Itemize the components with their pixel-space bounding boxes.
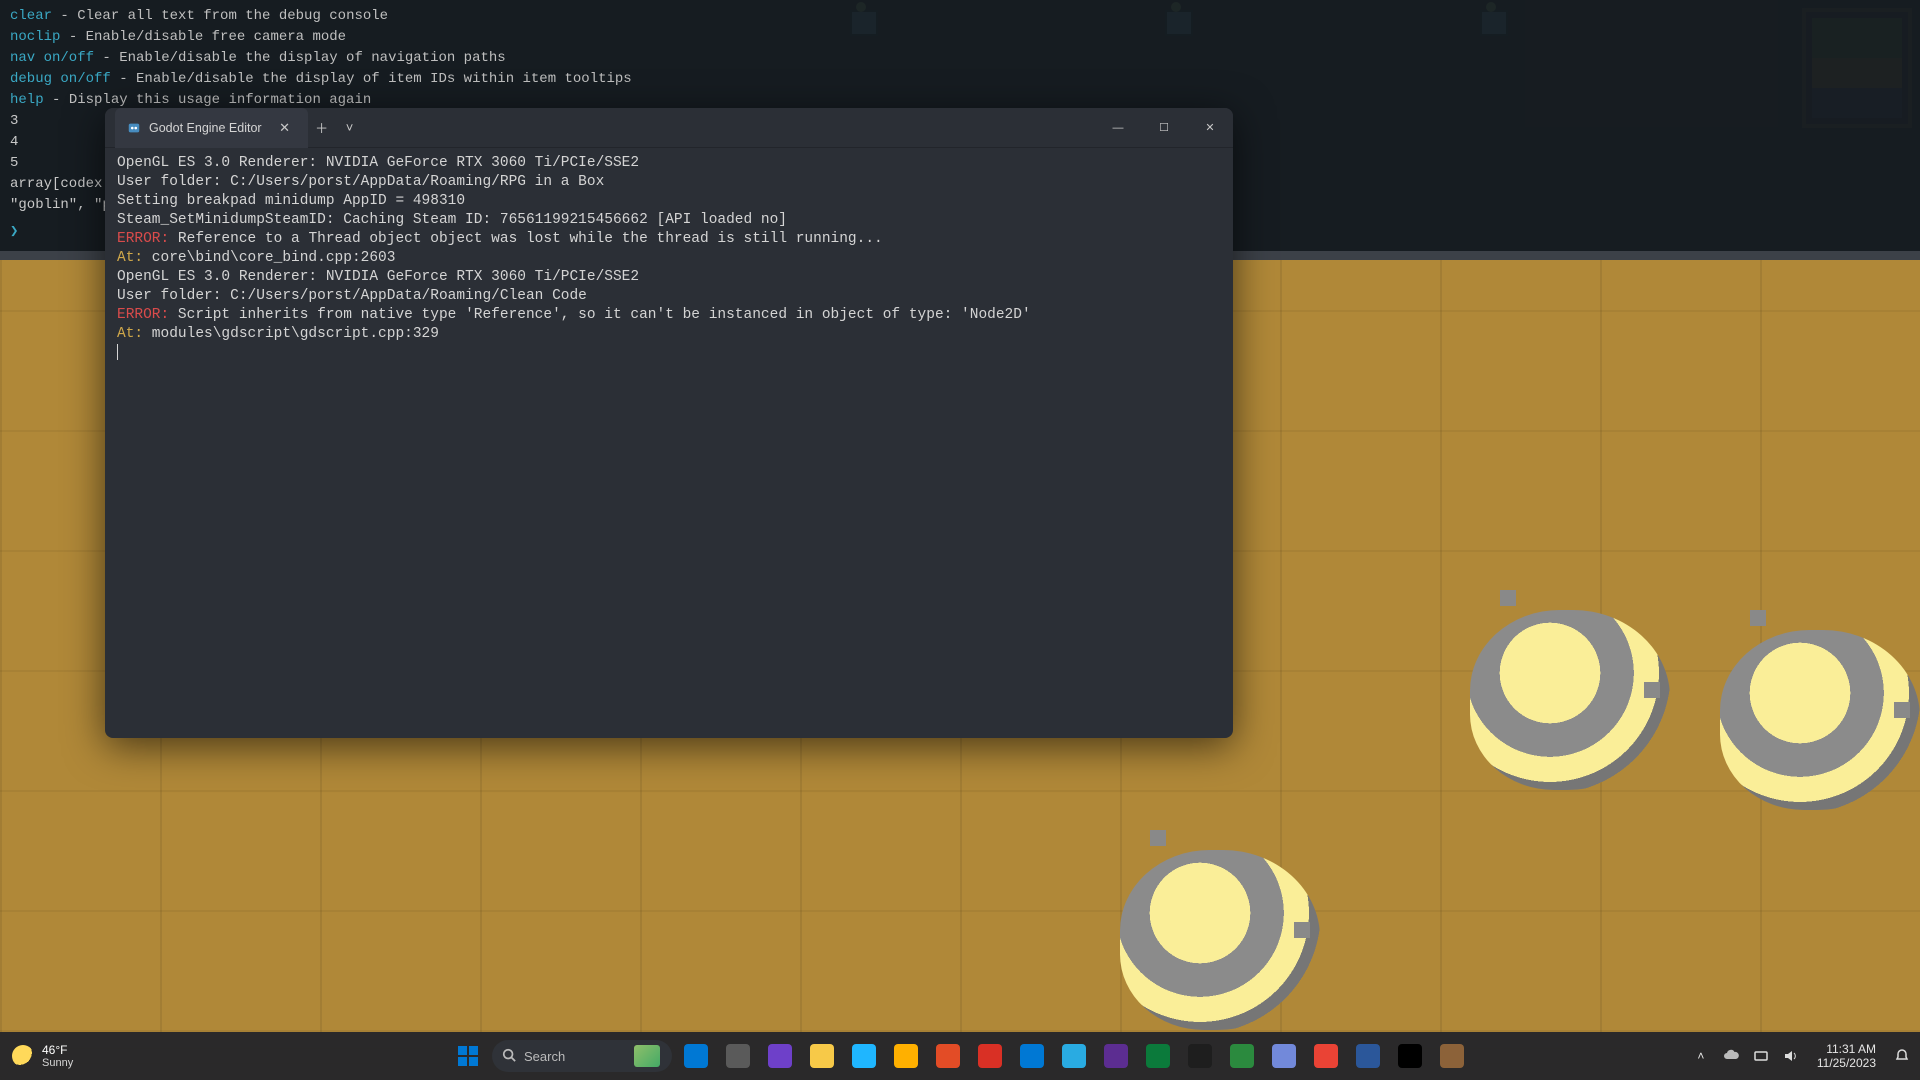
tab-dropdown-button[interactable]: ˅ [336, 114, 364, 142]
terminal-line: OpenGL ES 3.0 Renderer: NVIDIA GeForce R… [117, 154, 1221, 173]
terminal-line: At: modules\gdscript\gdscript.cpp:329 [117, 325, 1221, 344]
terminal-line: User folder: C:/Users/porst/AppData/Roam… [117, 173, 1221, 192]
terminal-line: ERROR: Script inherits from native type … [117, 306, 1221, 325]
terminal-titlebar[interactable]: Godot Engine Editor ✕ ＋ ˅ ― ☐ ✕ [105, 108, 1233, 148]
taskbar-center: Search [448, 1036, 1472, 1076]
taskbar-app-icon[interactable] [1432, 1036, 1472, 1076]
terminal-cursor [117, 344, 118, 360]
window-controls: ― ☐ ✕ [1095, 108, 1233, 148]
prompt-icon: ❯ [10, 224, 18, 240]
taskbar-app-icon[interactable] [970, 1036, 1010, 1076]
taskbar-search[interactable]: Search [492, 1040, 672, 1072]
taskbar-app-icon[interactable] [844, 1036, 884, 1076]
terminal-tab[interactable]: Godot Engine Editor ✕ [115, 108, 308, 148]
terminal-line: User folder: C:/Users/porst/AppData/Roam… [117, 287, 1221, 306]
maximize-button[interactable]: ☐ [1141, 108, 1187, 148]
search-placeholder: Search [524, 1049, 565, 1064]
taskbar-app-icon[interactable] [1180, 1036, 1220, 1076]
taskbar-app-icon[interactable] [802, 1036, 842, 1076]
tab-close-button[interactable]: ✕ [274, 114, 296, 142]
start-button[interactable] [448, 1036, 488, 1076]
taskbar-app-icon[interactable] [1012, 1036, 1052, 1076]
debug-help-line: nav on/off - Enable/disable the display … [10, 48, 1910, 69]
debug-help-line: debug on/off - Enable/disable the displa… [10, 69, 1910, 90]
minimize-button[interactable]: ― [1095, 108, 1141, 148]
taskbar-app-icon[interactable] [928, 1036, 968, 1076]
taskbar-app-icon[interactable] [718, 1036, 758, 1076]
taskbar-app-icon[interactable] [886, 1036, 926, 1076]
onedrive-icon[interactable] [1721, 1046, 1741, 1066]
terminal-line: OpenGL ES 3.0 Renderer: NVIDIA GeForce R… [117, 268, 1221, 287]
taskbar-app-icon[interactable] [1096, 1036, 1136, 1076]
taskbar-app-icon[interactable] [1222, 1036, 1262, 1076]
debug-help-line: noclip - Enable/disable free camera mode [10, 27, 1910, 48]
taskbar-app-icon[interactable] [760, 1036, 800, 1076]
close-button[interactable]: ✕ [1187, 108, 1233, 148]
taskbar-app-icon[interactable] [1054, 1036, 1094, 1076]
weather-temp: 46°F [42, 1043, 73, 1057]
network-icon[interactable] [1751, 1046, 1771, 1066]
weather-condition: Sunny [42, 1057, 73, 1069]
taskbar-app-icon[interactable] [676, 1036, 716, 1076]
weather-widget[interactable]: 46°F Sunny [0, 1043, 85, 1069]
taskbar-app-icon[interactable] [1390, 1036, 1430, 1076]
search-icon [502, 1048, 516, 1065]
godot-icon [127, 121, 141, 135]
taskbar-app-icon[interactable] [1264, 1036, 1304, 1076]
terminal-line: ERROR: Reference to a Thread object obje… [117, 230, 1221, 249]
volume-icon[interactable] [1781, 1046, 1801, 1066]
terminal-line: Setting breakpad minidump AppID = 498310 [117, 192, 1221, 211]
clock-date: 11/25/2023 [1817, 1056, 1876, 1070]
terminal-line: At: core\bind\core_bind.cpp:2603 [117, 249, 1221, 268]
taskbar-app-icon[interactable] [1348, 1036, 1388, 1076]
taskbar-clock[interactable]: 11:31 AM 11/25/2023 [1811, 1042, 1882, 1070]
clock-time: 11:31 AM [1817, 1042, 1876, 1056]
terminal-window: Godot Engine Editor ✕ ＋ ˅ ― ☐ ✕ OpenGL E… [105, 108, 1233, 738]
taskbar: 46°F Sunny Search ˄ 11:31 AM 11/25/ [0, 1032, 1920, 1080]
taskbar-app-icon[interactable] [1306, 1036, 1346, 1076]
search-decoration-icon [634, 1045, 660, 1067]
terminal-body[interactable]: OpenGL ES 3.0 Renderer: NVIDIA GeForce R… [105, 148, 1233, 738]
terminal-line: Steam_SetMinidumpSteamID: Caching Steam … [117, 211, 1221, 230]
new-tab-button[interactable]: ＋ [308, 114, 336, 142]
tray-overflow-button[interactable]: ˄ [1691, 1046, 1711, 1066]
tab-title: Godot Engine Editor [149, 121, 262, 135]
taskbar-app-icon[interactable] [1138, 1036, 1178, 1076]
notifications-button[interactable] [1892, 1046, 1912, 1066]
debug-help-line: clear - Clear all text from the debug co… [10, 6, 1910, 27]
sun-icon [12, 1045, 34, 1067]
system-tray: ˄ 11:31 AM 11/25/2023 [1691, 1042, 1920, 1070]
